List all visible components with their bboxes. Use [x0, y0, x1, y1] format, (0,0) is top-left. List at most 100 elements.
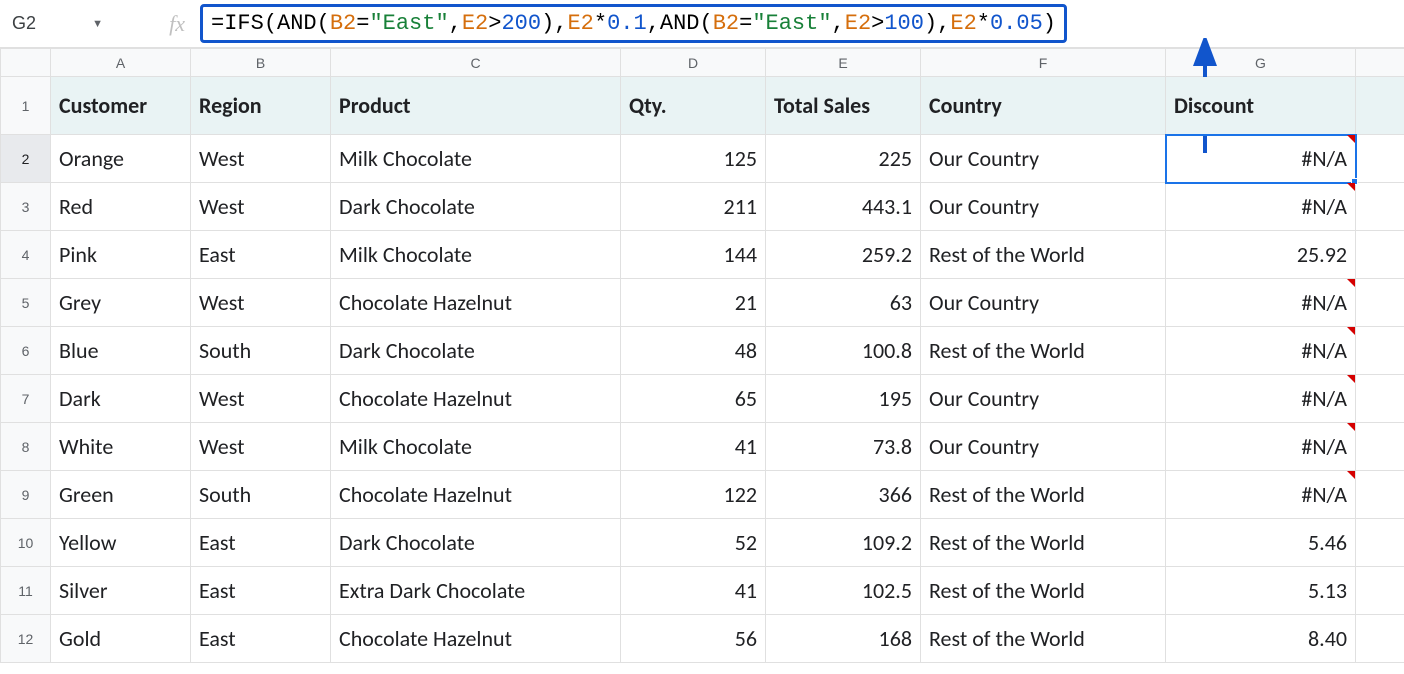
header-cell-C[interactable]: Product — [331, 77, 621, 135]
col-header-E[interactable]: E — [766, 49, 921, 77]
cell-blank[interactable] — [1356, 375, 1404, 423]
cell-A5[interactable]: Grey — [51, 279, 191, 327]
cell-blank[interactable] — [1356, 615, 1404, 663]
cell-G6[interactable]: #N/A — [1166, 327, 1356, 375]
cell-E5[interactable]: 63 — [766, 279, 921, 327]
cell-A11[interactable]: Silver — [51, 567, 191, 615]
cell-E11[interactable]: 102.5 — [766, 567, 921, 615]
cell-G11[interactable]: 5.13 — [1166, 567, 1356, 615]
col-header-C[interactable]: C — [331, 49, 621, 77]
cell-blank[interactable] — [1356, 567, 1404, 615]
cell-D7[interactable]: 65 — [621, 375, 766, 423]
cell-E3[interactable]: 443.1 — [766, 183, 921, 231]
spreadsheet-grid[interactable]: A B C D E F G 1CustomerRegionProductQty.… — [0, 48, 1404, 663]
cell-A12[interactable]: Gold — [51, 615, 191, 663]
cell-blank[interactable] — [1356, 77, 1404, 135]
cell-F10[interactable]: Rest of the World — [921, 519, 1166, 567]
cell-C12[interactable]: Chocolate Hazelnut — [331, 615, 621, 663]
cell-blank[interactable] — [1356, 183, 1404, 231]
row-header-8[interactable]: 8 — [1, 423, 51, 471]
cell-F3[interactable]: Our Country — [921, 183, 1166, 231]
cell-B5[interactable]: West — [191, 279, 331, 327]
row-header-10[interactable]: 10 — [1, 519, 51, 567]
cell-F5[interactable]: Our Country — [921, 279, 1166, 327]
cell-C4[interactable]: Milk Chocolate — [331, 231, 621, 279]
cell-G4[interactable]: 25.92 — [1166, 231, 1356, 279]
row-header-2[interactable]: 2 — [1, 135, 51, 183]
row-header-4[interactable]: 4 — [1, 231, 51, 279]
header-cell-A[interactable]: Customer — [51, 77, 191, 135]
cell-B10[interactable]: East — [191, 519, 331, 567]
cell-A7[interactable]: Dark — [51, 375, 191, 423]
cell-blank[interactable] — [1356, 519, 1404, 567]
row-header-7[interactable]: 7 — [1, 375, 51, 423]
cell-blank[interactable] — [1356, 279, 1404, 327]
cell-D2[interactable]: 125 — [621, 135, 766, 183]
cell-D3[interactable]: 211 — [621, 183, 766, 231]
header-cell-G[interactable]: Discount — [1166, 77, 1356, 135]
cell-C10[interactable]: Dark Chocolate — [331, 519, 621, 567]
cell-blank[interactable] — [1356, 135, 1404, 183]
header-cell-E[interactable]: Total Sales — [766, 77, 921, 135]
cell-E4[interactable]: 259.2 — [766, 231, 921, 279]
cell-blank[interactable] — [1356, 231, 1404, 279]
cell-F9[interactable]: Rest of the World — [921, 471, 1166, 519]
cell-B7[interactable]: West — [191, 375, 331, 423]
header-cell-B[interactable]: Region — [191, 77, 331, 135]
row-header-6[interactable]: 6 — [1, 327, 51, 375]
cell-B3[interactable]: West — [191, 183, 331, 231]
cell-A10[interactable]: Yellow — [51, 519, 191, 567]
cell-E12[interactable]: 168 — [766, 615, 921, 663]
cell-G12[interactable]: 8.40 — [1166, 615, 1356, 663]
row-header-12[interactable]: 12 — [1, 615, 51, 663]
cell-B6[interactable]: South — [191, 327, 331, 375]
cell-E8[interactable]: 73.8 — [766, 423, 921, 471]
name-box[interactable]: G2 ▼ — [0, 5, 115, 42]
cell-F7[interactable]: Our Country — [921, 375, 1166, 423]
cell-C5[interactable]: Chocolate Hazelnut — [331, 279, 621, 327]
cell-E10[interactable]: 109.2 — [766, 519, 921, 567]
header-cell-F[interactable]: Country — [921, 77, 1166, 135]
col-header-D[interactable]: D — [621, 49, 766, 77]
cell-D4[interactable]: 144 — [621, 231, 766, 279]
cell-A4[interactable]: Pink — [51, 231, 191, 279]
cell-C9[interactable]: Chocolate Hazelnut — [331, 471, 621, 519]
cell-B2[interactable]: West — [191, 135, 331, 183]
cell-E7[interactable]: 195 — [766, 375, 921, 423]
row-header-9[interactable]: 9 — [1, 471, 51, 519]
cell-G7[interactable]: #N/A — [1166, 375, 1356, 423]
cell-G2[interactable]: #N/A — [1166, 135, 1356, 183]
cell-B4[interactable]: East — [191, 231, 331, 279]
cell-blank[interactable] — [1356, 471, 1404, 519]
row-header-5[interactable]: 5 — [1, 279, 51, 327]
cell-C2[interactable]: Milk Chocolate — [331, 135, 621, 183]
cell-E6[interactable]: 100.8 — [766, 327, 921, 375]
cell-F6[interactable]: Rest of the World — [921, 327, 1166, 375]
cell-G5[interactable]: #N/A — [1166, 279, 1356, 327]
cell-blank[interactable] — [1356, 327, 1404, 375]
cell-F8[interactable]: Our Country — [921, 423, 1166, 471]
cell-A6[interactable]: Blue — [51, 327, 191, 375]
cell-D12[interactable]: 56 — [621, 615, 766, 663]
cell-B12[interactable]: East — [191, 615, 331, 663]
col-header-F[interactable]: F — [921, 49, 1166, 77]
cell-C11[interactable]: Extra Dark Chocolate — [331, 567, 621, 615]
cell-G10[interactable]: 5.46 — [1166, 519, 1356, 567]
cell-D11[interactable]: 41 — [621, 567, 766, 615]
cell-A9[interactable]: Green — [51, 471, 191, 519]
cell-C7[interactable]: Chocolate Hazelnut — [331, 375, 621, 423]
formula-input[interactable]: =IFS(AND(B2="East",E2>200),E2*0.1,AND(B2… — [200, 0, 1404, 47]
cell-F11[interactable]: Rest of the World — [921, 567, 1166, 615]
cell-F2[interactable]: Our Country — [921, 135, 1166, 183]
cell-G8[interactable]: #N/A — [1166, 423, 1356, 471]
select-all-corner[interactable] — [1, 49, 51, 77]
row-header-3[interactable]: 3 — [1, 183, 51, 231]
cell-F12[interactable]: Rest of the World — [921, 615, 1166, 663]
cell-B8[interactable]: West — [191, 423, 331, 471]
row-header-1[interactable]: 1 — [1, 77, 51, 135]
cell-A3[interactable]: Red — [51, 183, 191, 231]
col-header-A[interactable]: A — [51, 49, 191, 77]
cell-F4[interactable]: Rest of the World — [921, 231, 1166, 279]
col-header-blank[interactable] — [1356, 49, 1404, 77]
cell-E9[interactable]: 366 — [766, 471, 921, 519]
